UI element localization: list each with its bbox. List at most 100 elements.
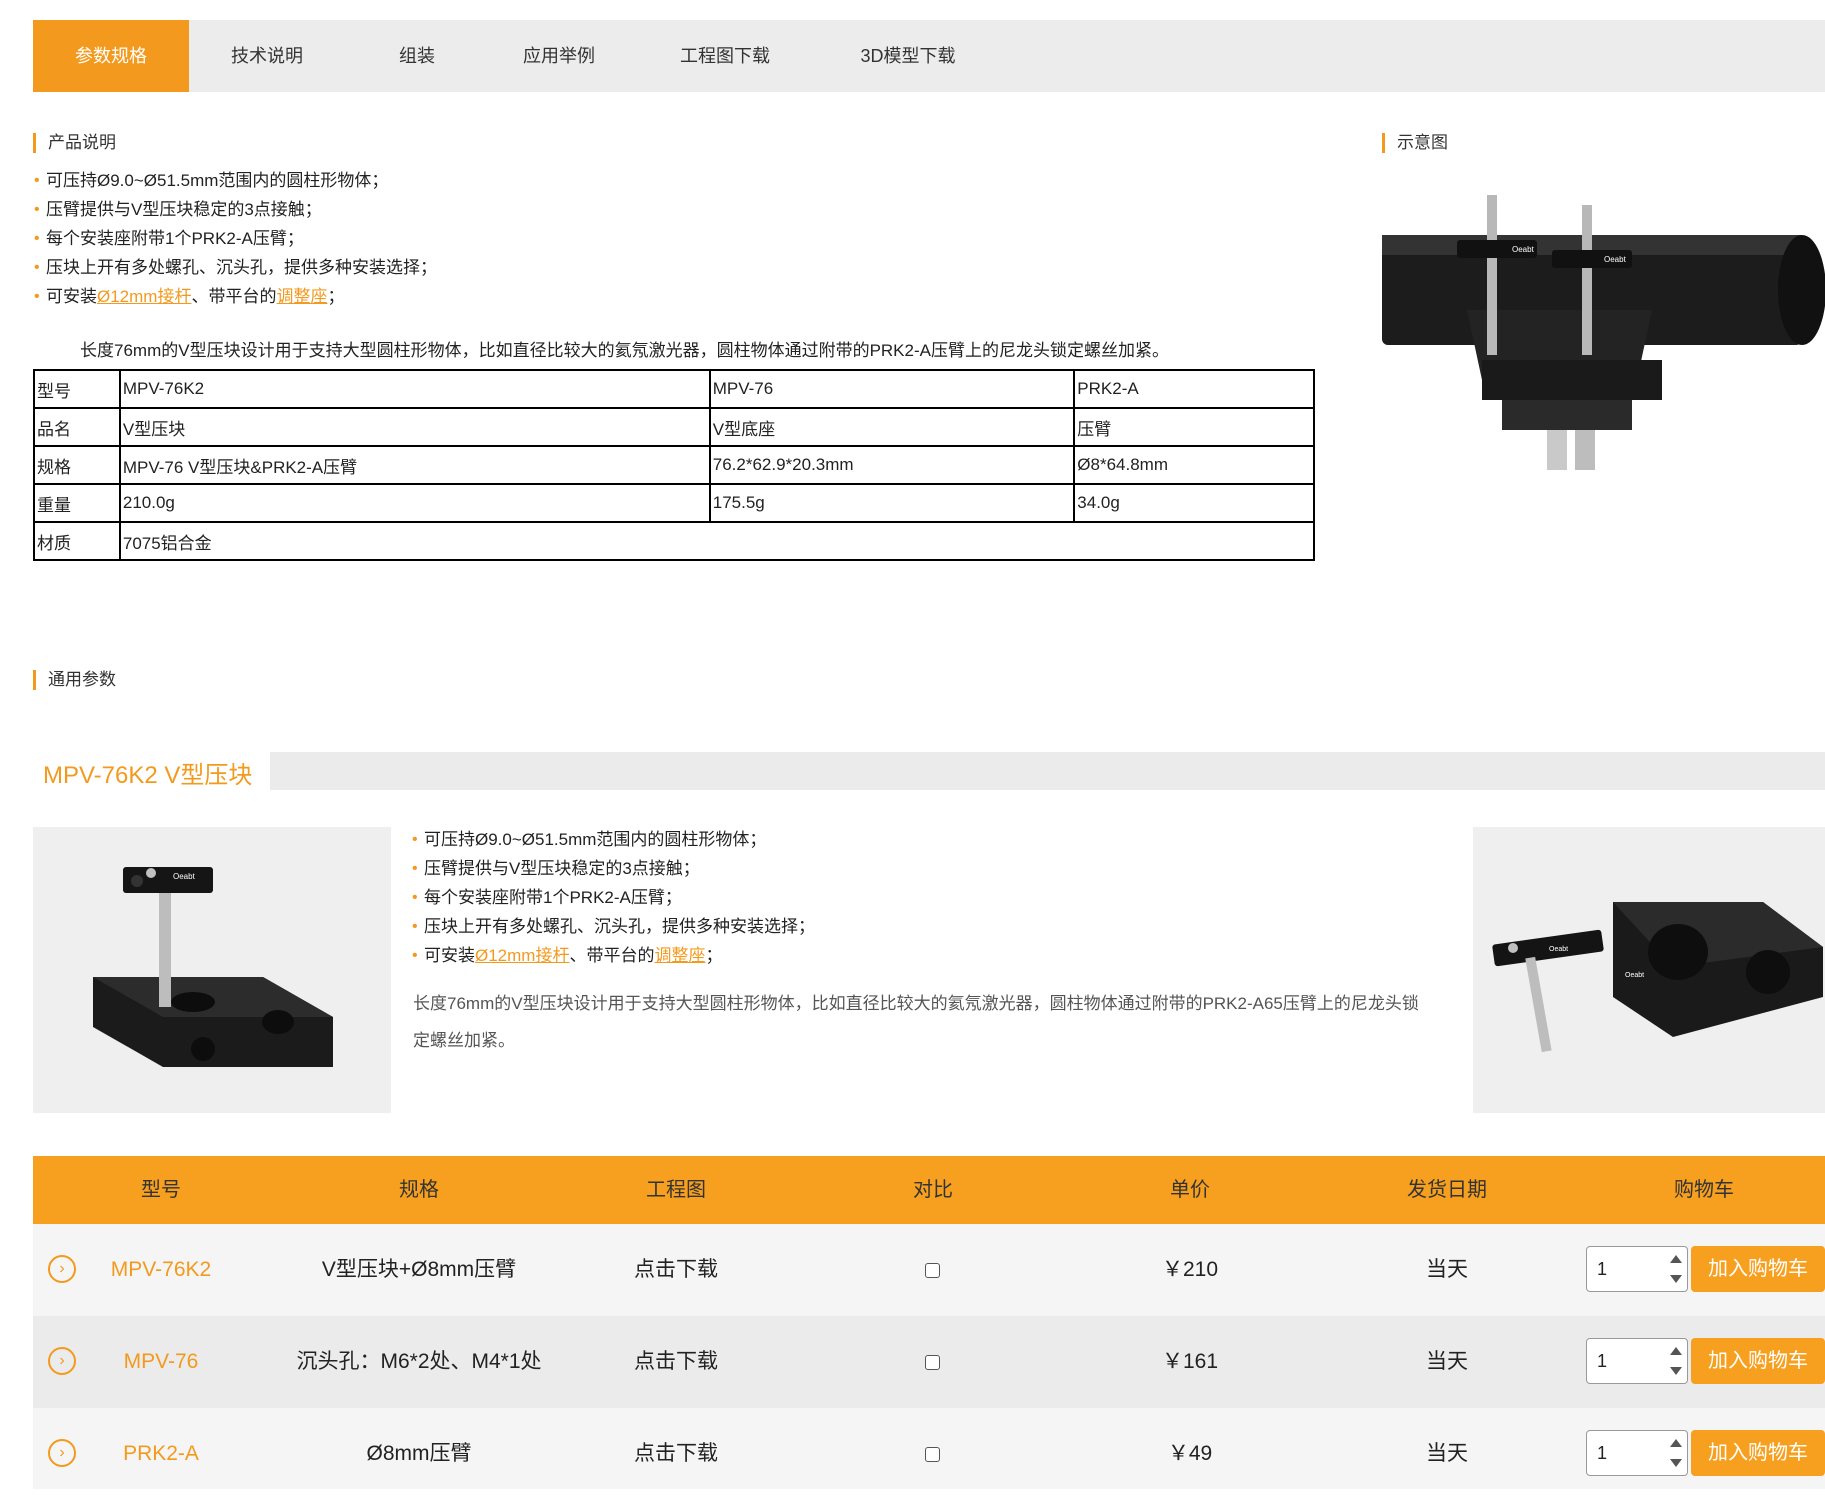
spec-row: 材质 7075铝合金 [33,521,1316,561]
compare-checkbox[interactable] [925,1447,940,1462]
brand-mark: Oeabt [1604,255,1627,264]
product-title-band [270,752,1825,790]
spec-cell: 210.0g [118,483,711,523]
price-cell: ￥210 [1161,1258,1219,1281]
col-price: 单价 [1170,1179,1210,1201]
model-cell[interactable]: MPV-76K2 [111,1224,211,1316]
drawing-download-link[interactable]: 点击下载 [634,1224,718,1316]
feature-text: 可安装 [46,287,97,306]
col-drawing: 工程图 [646,1179,706,1201]
brand-mark: Oeabt [1625,972,1644,979]
col-spec: 规格 [399,1179,439,1201]
quantity-value[interactable]: 1 [1597,1339,1607,1383]
feature-text: 、带平台的 [191,287,277,306]
spin-down-icon[interactable] [1667,1361,1685,1381]
compare-checkbox[interactable] [925,1355,940,1370]
spec-cell: 76.2*62.9*20.3mm [708,445,1076,485]
expand-icon[interactable]: › [48,1347,76,1375]
section-title-diagram: 示意图 [1382,133,1448,153]
spec-row: 品名 V型压块 V型底座 压臂 [33,407,1315,447]
spec-label: 品名 [33,407,121,447]
product-long-description: 长度76mm的V型压块设计用于支持大型圆柱形物体，比如直径比较大的氦氖激光器，圆… [413,994,1419,1050]
spec-cell: 沉头孔：M6*2处、M4*1处 [296,1350,542,1373]
expand-icon[interactable]: › [48,1439,76,1467]
spec-cell: V型压块 [118,407,711,447]
add-to-cart-button[interactable]: 加入购物车 [1691,1430,1825,1476]
spec-row: 重量 210.0g 175.5g 34.0g [33,483,1315,523]
spin-down-icon[interactable] [1667,1269,1685,1289]
feature-item: 每个安装座附带1个PRK2-A压臂； [412,883,815,912]
product-title: MPV-76K2 V型压块 [43,762,253,789]
rod-link[interactable]: Ø12mm接杆 [97,287,191,306]
feature-text: ； [705,946,723,965]
model-cell[interactable]: MPV-76 [124,1316,199,1408]
spin-up-icon[interactable] [1667,1249,1685,1269]
brand-mark: Oeabt [1549,946,1568,953]
spec-cell: MPV-76 [708,369,1076,409]
parts-illustration: Oeabt Oeabt [1492,902,1823,1053]
quantity-value[interactable]: 1 [1597,1247,1607,1291]
spec-row: 型号 MPV-76K2 MPV-76 PRK2-A [33,369,1315,409]
spec-row: 规格 MPV-76 V型压块&PRK2-A压臂 76.2*62.9*20.3mm… [33,445,1315,485]
col-cart: 购物车 [1674,1179,1734,1201]
tab-3d-download[interactable]: 3D模型下载 [823,20,993,92]
tab-drawing-download[interactable]: 工程图下载 [645,20,805,92]
ship-date-cell: 当天 [1426,1350,1468,1373]
spec-cell: 175.5g [708,483,1076,523]
tab-assembly[interactable]: 组装 [355,20,479,92]
expand-icon[interactable]: › [48,1255,76,1283]
feature-text: 可压持Ø9.0~Ø51.5mm范围内的圆柱形物体； [424,830,767,849]
quantity-value[interactable]: 1 [1597,1431,1607,1475]
table-row: › MPV-76 沉头孔：M6*2处、M4*1处 点击下载 ￥161 当天 1 … [33,1316,1825,1408]
mount-link[interactable]: 调整座 [654,946,705,965]
quantity-stepper[interactable]: 1 [1586,1338,1688,1384]
spec-label: 材质 [33,521,121,561]
compare-checkbox[interactable] [925,1263,940,1278]
section-title-product-desc: 产品说明 [33,133,116,153]
spec-cell: PRK2-A [1073,369,1315,409]
diagram-image: Oeabt Oeabt [1382,190,1825,470]
feature-item: 压块上开有多处螺孔、沉头孔，提供多种安装选择； [34,253,437,282]
spin-up-icon[interactable] [1667,1341,1685,1361]
product-description: 长度76mm的V型压块设计用于支持大型圆柱形物体，比如直径比较大的氦氖激光器，圆… [80,341,1169,360]
spec-cell: Ø8*64.8mm [1073,445,1315,485]
feature-text: 压臂提供与V型压块稳定的3点接触； [424,859,700,878]
add-to-cart-button[interactable]: 加入购物车 [1691,1246,1825,1292]
drawing-download-link[interactable]: 点击下载 [634,1408,718,1500]
product-illustration: Oeabt [93,867,333,1067]
product-feature-list: 可压持Ø9.0~Ø51.5mm范围内的圆柱形物体； 压臂提供与V型压块稳定的3点… [412,825,815,970]
col-model: 型号 [141,1179,181,1201]
tab-specs[interactable]: 参数规格 [33,20,189,92]
spec-label: 重量 [33,483,121,523]
spec-cell: V型压块+Ø8mm压臂 [321,1258,517,1281]
spec-cell: Ø8mm压臂 [366,1442,472,1465]
rod-link[interactable]: Ø12mm接杆 [475,946,569,965]
feature-text: 每个安装座附带1个PRK2-A压臂； [424,888,682,907]
drawing-download-link[interactable]: 点击下载 [634,1316,718,1408]
spec-label: 型号 [33,369,121,409]
model-cell[interactable]: PRK2-A [123,1408,199,1500]
order-table-header: 型号 规格 工程图 对比 单价 发货日期 购物车 [33,1156,1825,1224]
tab-applications[interactable]: 应用举例 [489,20,629,92]
tab-tech-notes[interactable]: 技术说明 [189,20,345,92]
spec-cell: 7075铝合金 [118,521,1316,561]
feature-text: 可压持Ø9.0~Ø51.5mm范围内的圆柱形物体； [46,171,389,190]
add-to-cart-button[interactable]: 加入购物车 [1691,1338,1825,1384]
price-cell: ￥49 [1167,1442,1213,1465]
spin-up-icon[interactable] [1667,1433,1685,1453]
price-cell: ￥161 [1161,1350,1219,1373]
feature-item: 可安装Ø12mm接杆、带平台的调整座； [34,282,437,311]
spin-down-icon[interactable] [1667,1453,1685,1473]
feature-text: 、带平台的 [569,946,655,965]
section-title-general-params: 通用参数 [33,670,116,690]
table-row: › MPV-76K2 V型压块+Ø8mm压臂 点击下载 ￥210 当天 1 加入… [33,1224,1825,1316]
mount-link[interactable]: 调整座 [276,287,327,306]
feature-item: 压臂提供与V型压块稳定的3点接触； [34,195,437,224]
feature-item: 可安装Ø12mm接杆、带平台的调整座； [412,941,815,970]
feature-text: 每个安装座附带1个PRK2-A压臂； [46,229,304,248]
spec-label: 规格 [33,445,121,485]
feature-item: 可压持Ø9.0~Ø51.5mm范围内的圆柱形物体； [412,825,815,854]
spec-cell: 34.0g [1073,483,1315,523]
quantity-stepper[interactable]: 1 [1586,1246,1688,1292]
quantity-stepper[interactable]: 1 [1586,1430,1688,1476]
